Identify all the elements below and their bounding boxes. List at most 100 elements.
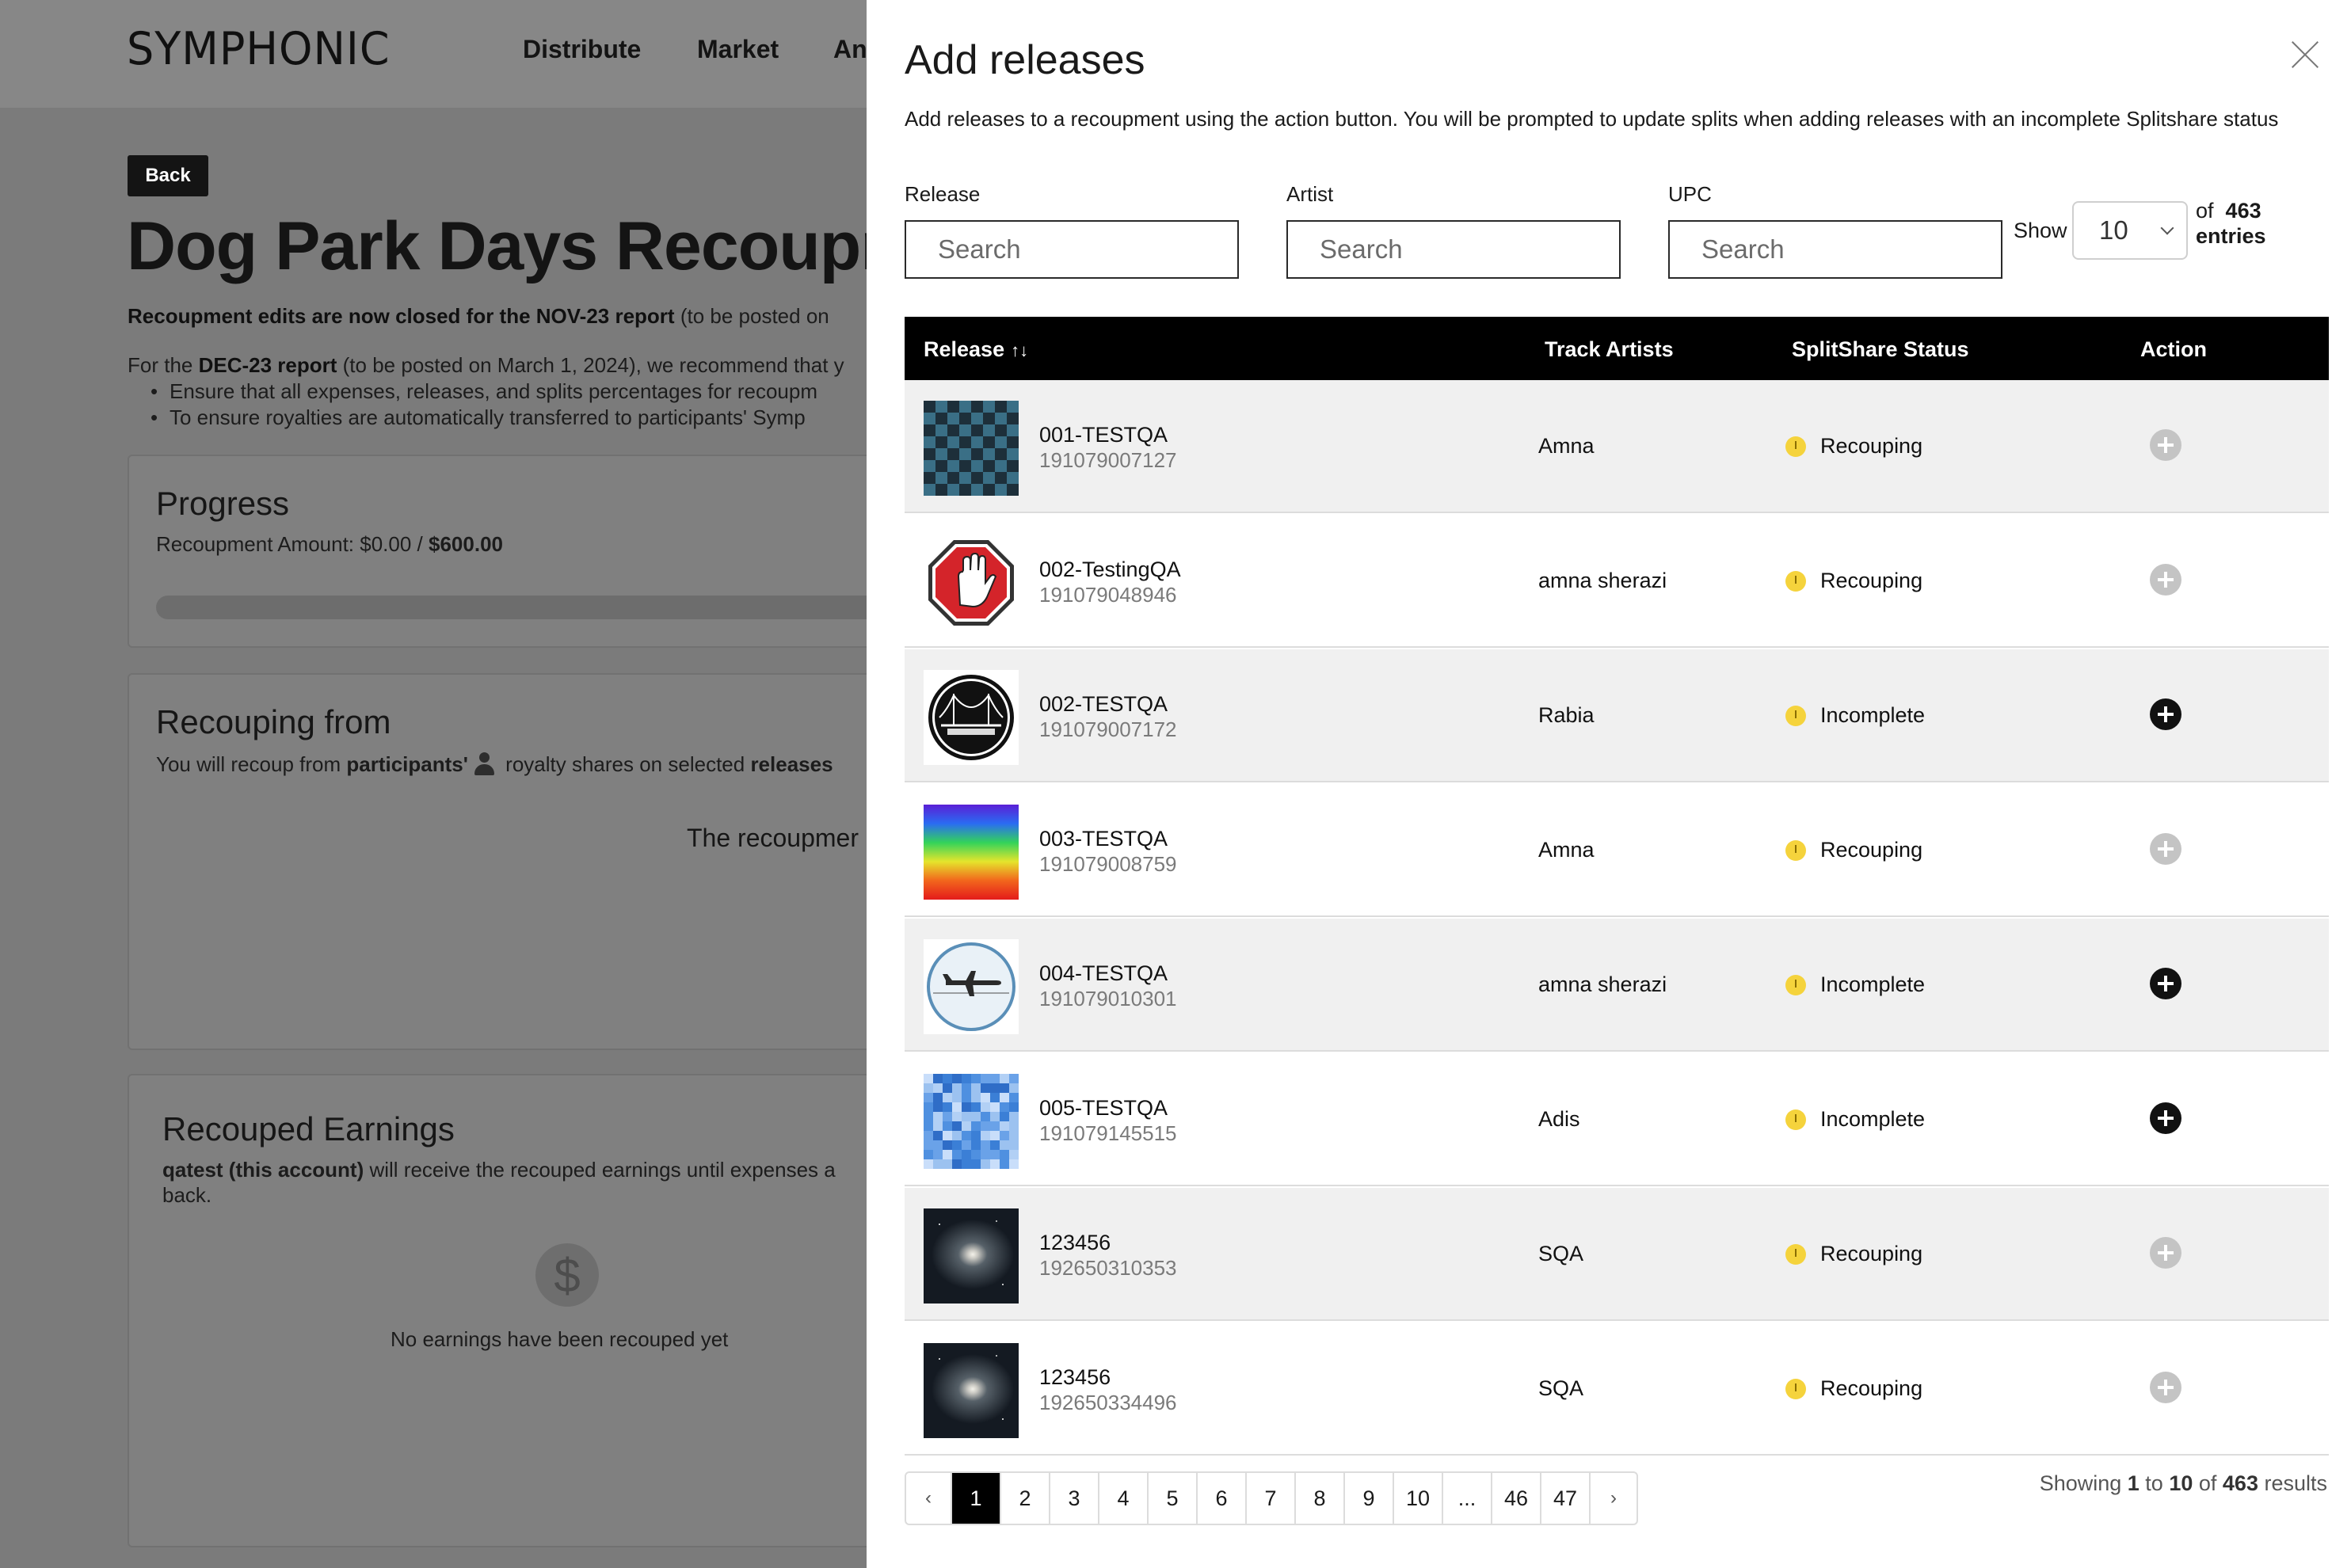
splitshare-status: Recouping [1785,1376,1922,1401]
column-track-artists: Track Artists [1545,337,1674,361]
page-size-select[interactable]: 10 [2072,201,2188,260]
amount-total: $600.00 [429,532,503,556]
add-release-icon[interactable] [2150,1372,2181,1403]
release-name: 002-TESTQA [1039,692,1168,716]
nav-distribute[interactable]: Distribute [523,35,641,64]
pagination-page-button[interactable]: 4 [1099,1473,1149,1524]
nav-market[interactable]: Market [697,35,779,64]
release-name: 123456 [1039,1365,1111,1389]
add-release-icon[interactable] [2150,1237,2181,1269]
warning-icon [1785,706,1806,726]
status-label: Incomplete [1820,703,1926,727]
page-size-value: 10 [2099,215,2128,245]
pagination-page-button[interactable]: 2 [1001,1473,1050,1524]
add-release-icon[interactable] [2150,698,2181,730]
add-release-icon[interactable] [2150,833,2181,865]
release-name: 005-TESTQA [1039,1096,1168,1120]
bullet-item: Ensure that all expenses, releases, and … [151,379,817,405]
add-release-icon[interactable] [2150,1102,2181,1134]
recouping-participants: participants' [346,752,468,776]
recommendation-text: For the DEC-23 report (to be posted on M… [128,353,844,378]
close-icon[interactable] [2289,40,2321,71]
showing-results-label: results [2258,1471,2327,1495]
rec-bold: DEC-23 report [198,353,337,377]
pagination-page-button[interactable]: 46 [1492,1473,1541,1524]
release-artwork [924,535,1019,630]
no-earnings-text: No earnings have been recouped yet [391,1327,729,1351]
pagination-page-button[interactable]: 8 [1296,1473,1345,1524]
background-page: SYMPHONIC Distribute Market An Back Dog … [0,0,867,1568]
column-release[interactable]: Release ↑↓ [924,337,1028,362]
showing-total: 463 [2222,1471,2258,1495]
table-row: 123456 192650334496 SQA Recouping [905,1323,2329,1456]
status-label: Recouping [1820,1242,1923,1265]
earnings-line-rest: will receive the recouped earnings until… [364,1158,836,1182]
track-artist: Amna [1538,838,1595,862]
pagination-page-button[interactable]: 47 [1541,1473,1591,1524]
upc-search-input[interactable] [1668,220,2002,279]
showing-prefix: Showing [2039,1471,2128,1495]
track-artist: amna sherazi [1538,569,1667,592]
nav-analytics[interactable]: An [833,35,867,64]
pagination-page-button[interactable]: 10 [1394,1473,1443,1524]
pagination-page-button[interactable]: 9 [1345,1473,1394,1524]
add-release-icon[interactable] [2150,968,2181,999]
back-button[interactable]: Back [128,155,208,196]
showing-from: 1 [2127,1471,2140,1495]
of-label: of [2196,199,2214,223]
splitshare-status: Recouping [1785,838,1922,862]
person-icon [473,752,495,776]
warning-icon [1785,571,1806,592]
warning-icon [1785,1109,1806,1130]
warning-icon [1785,1379,1806,1399]
pagination-page-button[interactable]: 3 [1050,1473,1099,1524]
sort-icon[interactable]: ↑↓ [1011,341,1028,360]
release-search-input[interactable] [905,220,1239,279]
page-title: Dog Park Days Recoupm [127,208,867,284]
table-row: 002-TestingQA 191079048946 amna sherazi Rec… [905,515,2329,648]
modal-title: Add releases [905,37,1145,83]
recouping-text-mid: royalty shares on selected [499,752,751,776]
release-artwork [924,401,1019,496]
status-label: Recouping [1820,1376,1923,1400]
top-navigation: SYMPHONIC Distribute Market An [0,0,867,108]
pagination-page-button[interactable]: 6 [1198,1473,1247,1524]
recouping-text-prefix: You will recoup from [156,752,347,776]
artist-search-input[interactable] [1286,220,1621,279]
pagination-prev-button[interactable]: ‹ [906,1473,952,1524]
recouping-releases: releases [750,752,833,776]
status-label: Recouping [1820,838,1923,862]
progress-bar [156,596,867,619]
earnings-line-2: back. [162,1183,212,1207]
add-releases-modal: Add releases Add releases to a recoupmen… [867,0,2351,1568]
release-upc: 191079008759 [1039,852,1177,876]
warning-icon [1785,1244,1806,1265]
release-artwork [924,1208,1019,1303]
track-artist: SQA [1538,1242,1584,1265]
showing-to-label: to [2139,1471,2170,1495]
status-label: Incomplete [1820,972,1926,996]
pagination-next-button[interactable]: › [1591,1473,1637,1524]
release-artwork [924,1074,1019,1169]
recoupment-amount: Recoupment Amount: $0.00 / $600.00 [156,532,503,557]
warning-icon [1785,840,1806,861]
add-release-icon[interactable] [2150,564,2181,596]
status-label: Recouping [1820,434,1923,458]
add-release-icon[interactable] [2150,429,2181,461]
release-upc: 191079010301 [1039,987,1177,1010]
pagination-page-button[interactable]: 5 [1149,1473,1198,1524]
symphonic-logo[interactable]: SYMPHONIC [127,22,391,74]
column-release-label: Release [924,337,1005,361]
dollar-icon: $ [535,1243,599,1307]
table-header: Release ↑↓ Track Artists SplitShare Statu… [905,317,2329,380]
pagination-page-button[interactable]: 7 [1247,1473,1296,1524]
recommendation-bullets: Ensure that all expenses, releases, and … [151,379,817,431]
upc-filter-label: UPC [1668,182,1712,206]
show-label: Show [2014,219,2067,242]
pagination-page-button[interactable]: ... [1443,1473,1492,1524]
earnings-card: Recouped Earnings qatest (this account) … [128,1074,867,1547]
rec-prefix: For the [128,353,199,377]
table-row: 003-TESTQA 191079008759 Amna Recouping [905,784,2329,917]
pagination-page-button[interactable]: 1 [952,1473,1001,1524]
release-upc: 192650310353 [1039,1256,1177,1280]
